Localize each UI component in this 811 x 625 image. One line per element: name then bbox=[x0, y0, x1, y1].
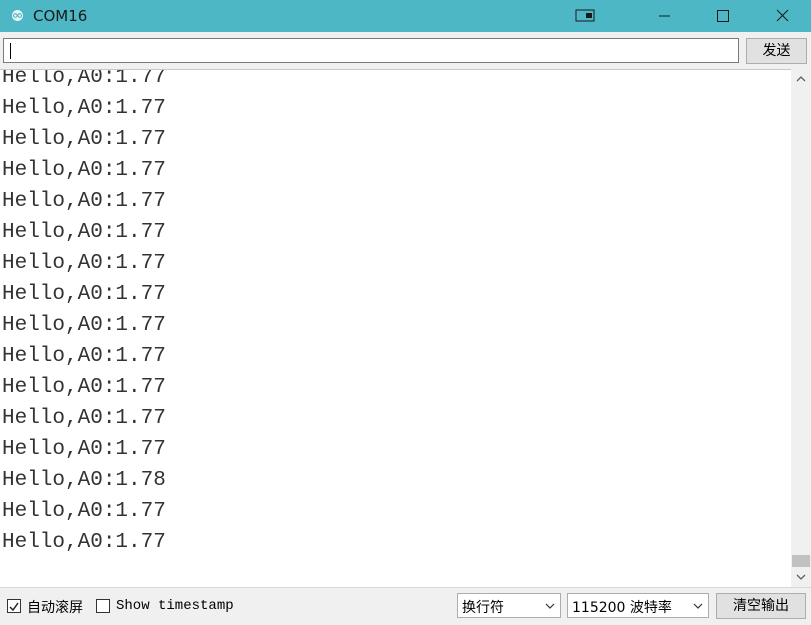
line-ending-select[interactable]: 换行符 bbox=[457, 593, 561, 618]
output-line: Hello,A0:1.77 bbox=[2, 314, 166, 337]
snap-icon bbox=[575, 9, 595, 22]
vertical-scrollbar[interactable] bbox=[791, 69, 811, 587]
title-bar: COM16 bbox=[0, 0, 811, 32]
scroll-thumb[interactable] bbox=[792, 555, 810, 567]
minimize-icon bbox=[659, 15, 670, 17]
chevron-up-icon bbox=[796, 76, 806, 82]
output-line: Hello,A0:1.77 bbox=[2, 345, 166, 368]
chevron-down-icon bbox=[796, 574, 806, 580]
maximize-button[interactable] bbox=[700, 0, 746, 32]
baud-rate-select[interactable]: 115200 波特率 bbox=[567, 593, 709, 618]
output-line: Hello,A0:1.77 bbox=[2, 283, 166, 306]
chevron-down-icon bbox=[545, 603, 555, 609]
window-title: COM16 bbox=[33, 7, 88, 25]
window-snap-button[interactable] bbox=[563, 0, 609, 32]
clear-output-button[interactable]: 清空输出 bbox=[716, 593, 806, 619]
output-line: Hello,A0:1.77 bbox=[2, 190, 166, 213]
output-line: Hello,A0:1.77 bbox=[2, 159, 166, 182]
output-line: Hello,A0:1.77 bbox=[2, 69, 166, 89]
autoscroll-checkbox[interactable] bbox=[7, 599, 21, 613]
timestamp-label: Show timestamp bbox=[116, 598, 234, 614]
maximize-icon bbox=[717, 10, 729, 22]
output-line: Hello,A0:1.77 bbox=[2, 252, 166, 275]
scroll-up-button[interactable] bbox=[791, 69, 811, 89]
output-line: Hello,A0:1.77 bbox=[2, 500, 166, 523]
output-line: Hello,A0:1.77 bbox=[2, 407, 166, 430]
output-line: Hello,A0:1.77 bbox=[2, 97, 166, 120]
send-input[interactable] bbox=[3, 38, 739, 63]
serial-output: Hello,A0:1.77 Hello,A0:1.77 Hello,A0:1.77 H… bbox=[0, 69, 791, 588]
output-line: Hello,A0:1.78 bbox=[2, 469, 166, 492]
text-caret bbox=[10, 43, 11, 59]
timestamp-checkbox[interactable] bbox=[96, 599, 110, 613]
close-button[interactable] bbox=[759, 0, 805, 32]
output-line: Hello,A0:1.77 bbox=[2, 376, 166, 399]
status-bar: 自动滚屏 Show timestamp 换行符 115200 波特率 清空输出 bbox=[0, 587, 811, 625]
output-line: Hello,A0:1.77 bbox=[2, 221, 166, 244]
send-button[interactable]: 发送 bbox=[746, 38, 807, 64]
output-line: Hello,A0:1.77 bbox=[2, 438, 166, 461]
line-ending-value: 换行符 bbox=[462, 600, 504, 616]
autoscroll-label: 自动滚屏 bbox=[27, 600, 83, 616]
baud-rate-value: 115200 波特率 bbox=[572, 600, 672, 616]
minimize-button[interactable] bbox=[642, 0, 688, 32]
scroll-down-button[interactable] bbox=[791, 567, 811, 587]
chevron-down-icon bbox=[693, 603, 703, 609]
output-line: Hello,A0:1.77 bbox=[2, 531, 166, 554]
output-line: Hello,A0:1.77 bbox=[2, 128, 166, 151]
arduino-icon bbox=[12, 10, 23, 21]
close-icon bbox=[776, 9, 789, 22]
checkmark-icon bbox=[9, 602, 19, 612]
